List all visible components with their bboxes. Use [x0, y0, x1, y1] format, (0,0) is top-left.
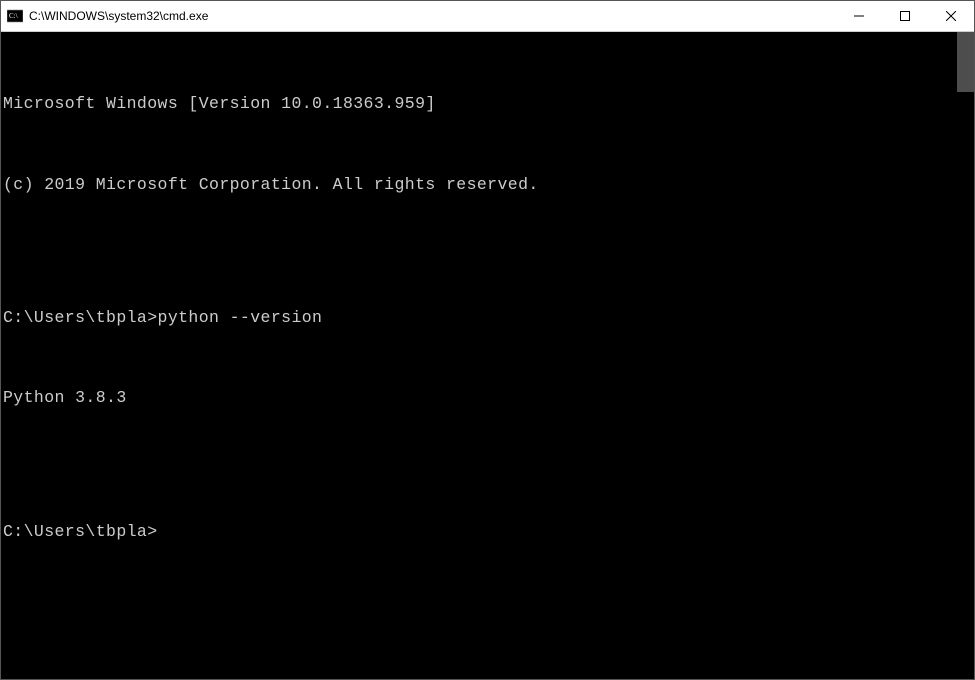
terminal-line: Microsoft Windows [Version 10.0.18363.95… — [3, 91, 957, 118]
terminal-line: C:\Users\tbpla> — [3, 519, 957, 546]
maximize-button[interactable] — [882, 1, 928, 31]
window-controls — [836, 1, 974, 31]
minimize-button[interactable] — [836, 1, 882, 31]
terminal-line: (c) 2019 Microsoft Corporation. All righ… — [3, 172, 957, 199]
close-button[interactable] — [928, 1, 974, 31]
terminal-line: Python 3.8.3 — [3, 385, 957, 412]
svg-text:C:\: C:\ — [9, 12, 18, 20]
titlebar-left: C:\ C:\WINDOWS\system32\cmd.exe — [1, 8, 208, 24]
scrollbar-track[interactable] — [957, 32, 974, 679]
titlebar[interactable]: C:\ C:\WINDOWS\system32\cmd.exe — [1, 1, 974, 32]
terminal-area: Microsoft Windows [Version 10.0.18363.95… — [1, 32, 974, 679]
cmd-icon: C:\ — [7, 8, 23, 24]
scrollbar-thumb[interactable] — [957, 32, 974, 92]
terminal-line: C:\Users\tbpla>python --version — [3, 305, 957, 332]
window-title: C:\WINDOWS\system32\cmd.exe — [29, 9, 208, 23]
terminal-output[interactable]: Microsoft Windows [Version 10.0.18363.95… — [1, 32, 957, 679]
